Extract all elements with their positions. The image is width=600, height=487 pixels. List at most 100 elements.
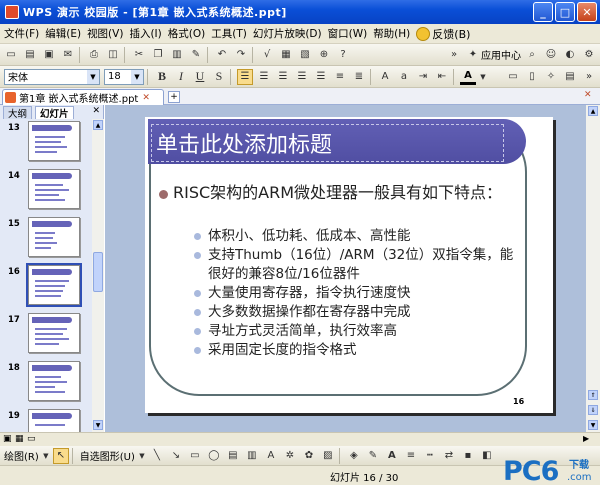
oval-icon[interactable]: ◯ xyxy=(206,448,222,464)
design-icon[interactable]: ▭ xyxy=(505,69,521,85)
app-center-label[interactable]: 应用中心 xyxy=(481,47,521,62)
chevron-down-icon[interactable]: ▼ xyxy=(138,448,146,464)
menu-insert[interactable]: 插入(I) xyxy=(129,26,161,41)
slide-scrollbar[interactable]: ▲ ⇑ ⇓ ▼ xyxy=(586,105,600,432)
dash-style-icon[interactable]: ┅ xyxy=(422,448,438,464)
sorter-view-icon[interactable]: ▦ xyxy=(15,434,24,444)
print-icon[interactable]: ⎙ xyxy=(86,47,102,63)
thumbnail-14[interactable]: 14 xyxy=(0,167,92,215)
thumbnail-18[interactable]: 18 xyxy=(0,359,92,407)
draw-menu[interactable]: 绘图(R) xyxy=(4,448,39,463)
align-center-icon[interactable]: ☰ xyxy=(256,69,272,85)
sub-bullet[interactable]: 体积小、低功耗、低成本、高性能 xyxy=(190,227,520,246)
paste-icon[interactable]: ▥ xyxy=(169,47,185,63)
formula-icon[interactable]: √ xyxy=(259,47,275,63)
maximize-button[interactable]: □ xyxy=(555,2,575,22)
slideshow-view-icon[interactable]: ▭ xyxy=(27,434,36,444)
document-tab[interactable]: 第1章 嵌入式系统概述.ppt ✕ xyxy=(2,89,164,105)
autoshapes-menu[interactable]: 自选图形(U) xyxy=(80,448,135,463)
picture-icon[interactable]: ▨ xyxy=(320,448,336,464)
app-center-icon[interactable]: ✦ xyxy=(465,47,481,63)
sub-bullet[interactable]: 采用固定长度的指令格式 xyxy=(190,341,520,360)
tab-outline[interactable]: 大纲 xyxy=(3,106,33,120)
wps-app-icon[interactable] xyxy=(5,5,19,19)
open-icon[interactable]: ▤ xyxy=(22,47,38,63)
bullets-icon[interactable]: ≣ xyxy=(351,69,367,85)
thumbnail-scrollbar[interactable]: ▲ ▼ xyxy=(92,119,104,432)
close-button[interactable]: ✕ xyxy=(577,2,597,22)
current-slide[interactable]: 单击此处添加标题 RISC架构的ARM微处理器一般具有如下特点： 体积小、低功耗… xyxy=(145,117,553,413)
next-slide-icon[interactable]: ⇓ xyxy=(588,405,598,415)
chevron-down-icon[interactable]: ▼ xyxy=(42,448,50,464)
close-all-icon[interactable]: ✕ xyxy=(584,90,596,102)
menu-view[interactable]: 视图(V) xyxy=(87,26,123,41)
scroll-up-icon[interactable]: ▲ xyxy=(93,120,103,130)
thumbnail-19[interactable]: 19 xyxy=(0,407,92,432)
underline-button[interactable]: U xyxy=(192,69,208,85)
font-name-select[interactable]: 宋体 ▼ xyxy=(4,68,100,85)
outdent-icon[interactable]: ⇤ xyxy=(434,69,450,85)
feedback-menu[interactable]: 反馈(B) xyxy=(416,26,470,42)
numbering-icon[interactable]: ≡ xyxy=(332,69,348,85)
layout-icon[interactable]: ▯ xyxy=(524,69,540,85)
arrow-icon[interactable]: ↘ xyxy=(168,448,184,464)
sub-bullet[interactable]: 大量使用寄存器，指令执行速度快 xyxy=(190,284,520,303)
sub-bullet[interactable]: 寻址方式灵活简单，执行效率高 xyxy=(190,322,520,341)
fill-color-icon[interactable]: ◈ xyxy=(346,448,362,464)
prev-slide-icon[interactable]: ⇑ xyxy=(588,390,598,400)
scroll-down-icon[interactable]: ▼ xyxy=(93,420,103,430)
distribute-icon[interactable]: ☰ xyxy=(313,69,329,85)
toolbar-options-icon[interactable]: » xyxy=(581,69,597,85)
title-placeholder[interactable]: 单击此处添加标题 xyxy=(151,124,504,162)
animation-icon[interactable]: ✧ xyxy=(543,69,559,85)
vertical-textbox-icon[interactable]: ▥ xyxy=(244,448,260,464)
menu-edit[interactable]: 编辑(E) xyxy=(45,26,81,41)
skin-icon[interactable]: ◐ xyxy=(562,47,578,63)
menu-window[interactable]: 窗口(W) xyxy=(328,26,368,41)
copy-icon[interactable]: ❐ xyxy=(150,47,166,63)
find-icon[interactable]: ⌕ xyxy=(524,47,540,63)
diagram-icon[interactable]: ✲ xyxy=(282,448,298,464)
normal-view-icon[interactable]: ▣ xyxy=(3,434,12,444)
font-size-select[interactable]: 18 ▼ xyxy=(104,68,144,85)
thumbnail-16[interactable]: 16 xyxy=(0,263,92,311)
menu-help[interactable]: 帮助(H) xyxy=(373,26,410,41)
more-options-icon[interactable]: » xyxy=(446,47,462,63)
scroll-right-icon[interactable]: ▶ xyxy=(583,434,589,443)
wordart-icon[interactable]: A xyxy=(263,448,279,464)
sub-bullet[interactable]: 大多数数据操作都在寄存器中完成 xyxy=(190,303,520,322)
arrow-style-icon[interactable]: ⇄ xyxy=(441,448,457,464)
minimize-button[interactable]: _ xyxy=(533,2,553,22)
scroll-down-icon[interactable]: ▼ xyxy=(588,420,598,430)
align-left-icon[interactable]: ☰ xyxy=(237,68,253,85)
user-icon[interactable]: ☺ xyxy=(543,47,559,63)
sub-bullet[interactable]: 支持Thumb（16位）/ARM（32位）双指令集，能很好的兼容8位/16位器件 xyxy=(190,246,520,284)
main-bullet[interactable]: RISC架构的ARM微处理器一般具有如下特点： xyxy=(159,183,518,203)
shadow-icon[interactable]: ▪ xyxy=(460,448,476,464)
close-pane-icon[interactable]: ✕ xyxy=(92,106,100,116)
thumbnail-13[interactable]: 13 xyxy=(0,119,92,167)
save-icon[interactable]: ▣ xyxy=(41,47,57,63)
decrease-font-icon[interactable]: a xyxy=(396,69,412,85)
menu-file[interactable]: 文件(F) xyxy=(4,26,39,41)
select-cursor-icon[interactable]: ↖ xyxy=(52,447,69,464)
line-icon[interactable]: ╲ xyxy=(149,448,165,464)
chart-icon[interactable]: ▧ xyxy=(297,47,313,63)
3d-icon[interactable]: ◧ xyxy=(479,448,495,464)
thumbnail-17[interactable]: 17 xyxy=(0,311,92,359)
textbox-icon[interactable]: ▤ xyxy=(225,448,241,464)
new-slide-icon[interactable]: ▤ xyxy=(562,69,578,85)
indent-icon[interactable]: ⇥ xyxy=(415,69,431,85)
menu-tools[interactable]: 工具(T) xyxy=(211,26,247,41)
tab-slides[interactable]: 幻灯片 xyxy=(35,106,74,120)
line-style-icon[interactable]: ≡ xyxy=(403,448,419,464)
font-color-icon[interactable]: A xyxy=(460,69,476,85)
thumbnail-15[interactable]: 15 xyxy=(0,215,92,263)
font-color-icon[interactable]: A xyxy=(384,448,400,464)
italic-button[interactable]: I xyxy=(173,69,189,85)
scroll-up-icon[interactable]: ▲ xyxy=(588,106,598,116)
table-icon[interactable]: ▦ xyxy=(278,47,294,63)
redo-icon[interactable]: ↷ xyxy=(233,47,249,63)
shadow-button[interactable]: S xyxy=(211,69,227,85)
zoom-icon[interactable]: ⊕ xyxy=(316,47,332,63)
